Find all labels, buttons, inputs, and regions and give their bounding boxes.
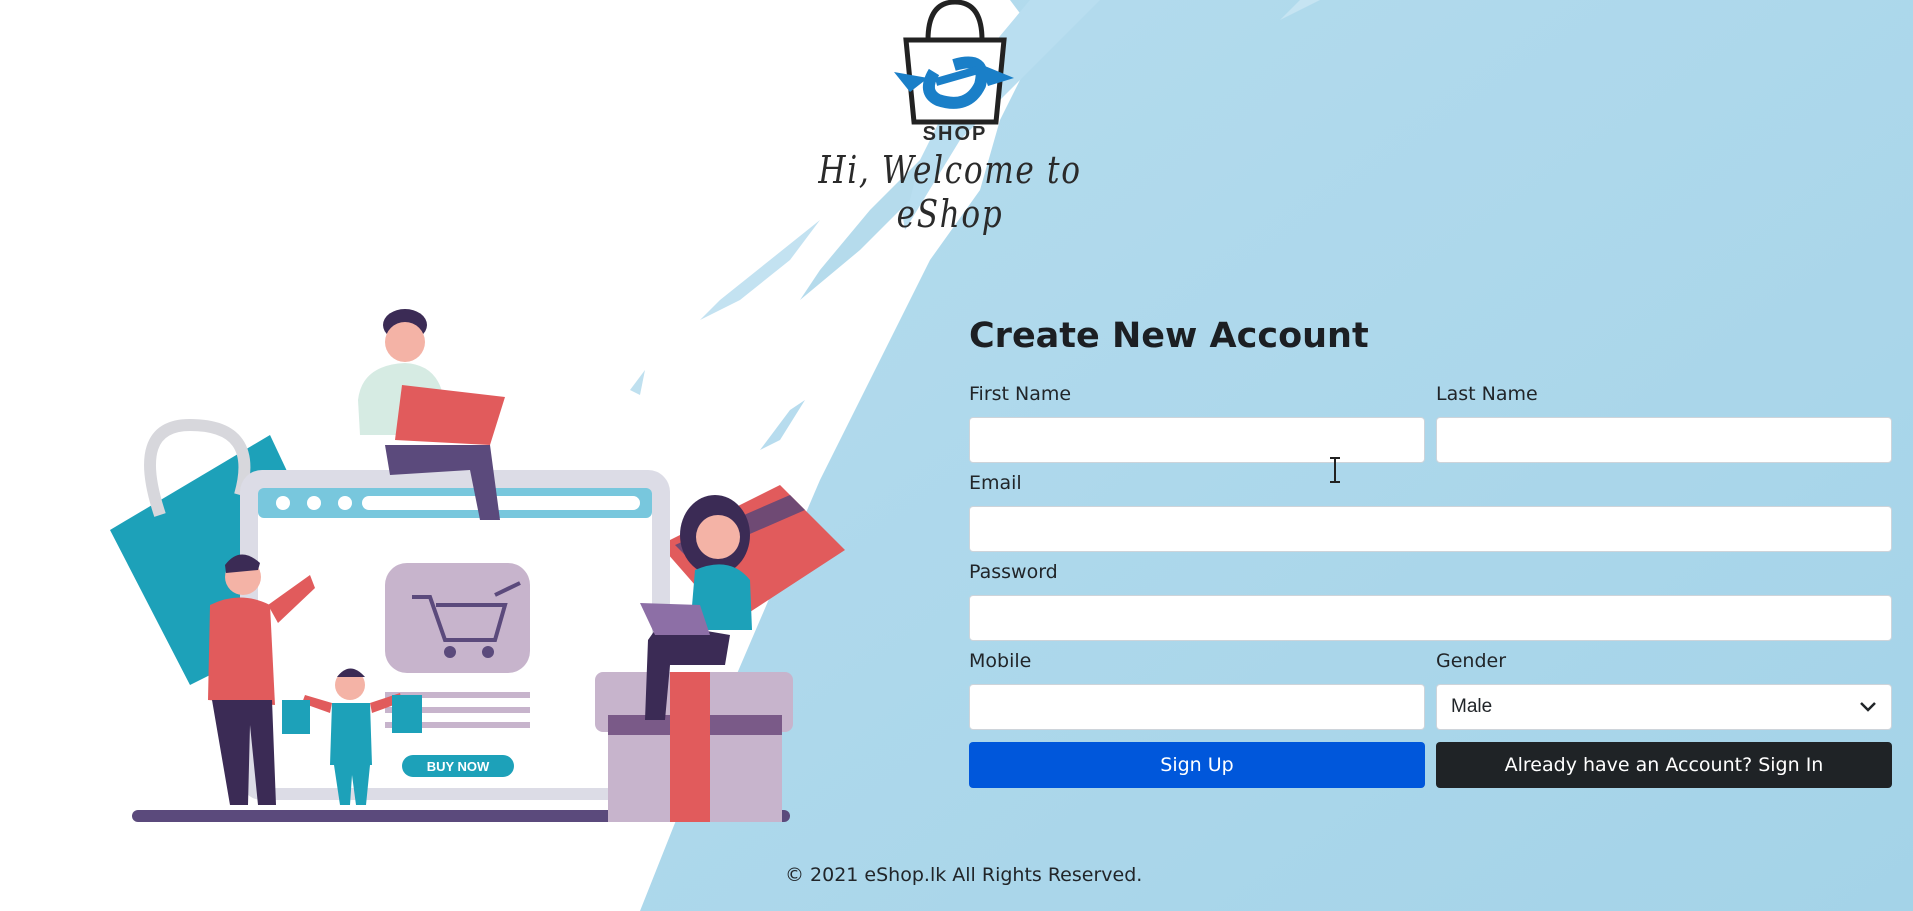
mobile-input[interactable]	[969, 684, 1425, 730]
signup-form: Create New Account First Name Last Name …	[969, 312, 1892, 788]
sign-up-button[interactable]: Sign Up	[969, 742, 1425, 788]
footer-copyright: © 2021 eShop.lk All Rights Reserved.	[785, 864, 1143, 886]
password-input[interactable]	[969, 595, 1892, 641]
password-label: Password	[969, 561, 1058, 583]
last-name-label: Last Name	[1436, 383, 1538, 405]
shopping-illustration: BUY NOW	[110, 309, 845, 822]
email-label: Email	[969, 472, 1022, 494]
eshop-logo: SHOP	[894, 0, 1014, 145]
gender-selected-value: Male	[1451, 696, 1493, 717]
sign-in-button[interactable]: Already have an Account? Sign In	[1436, 742, 1892, 788]
last-name-input[interactable]	[1436, 417, 1892, 463]
first-name-label: First Name	[969, 383, 1072, 405]
email-input[interactable]	[969, 506, 1892, 552]
form-title: Create New Account	[969, 316, 1369, 356]
gender-select[interactable]: Male	[1436, 684, 1892, 730]
first-name-input[interactable]	[969, 417, 1425, 463]
mobile-label: Mobile	[969, 650, 1032, 672]
welcome-heading: Hi, Welcome to eShop	[818, 148, 1082, 236]
buy-now-label: BUY NOW	[427, 759, 490, 774]
gender-label: Gender	[1436, 650, 1507, 672]
chevron-down-icon	[1860, 702, 1876, 712]
text-cursor-icon	[1330, 457, 1340, 483]
logo-text: SHOP	[923, 123, 988, 145]
